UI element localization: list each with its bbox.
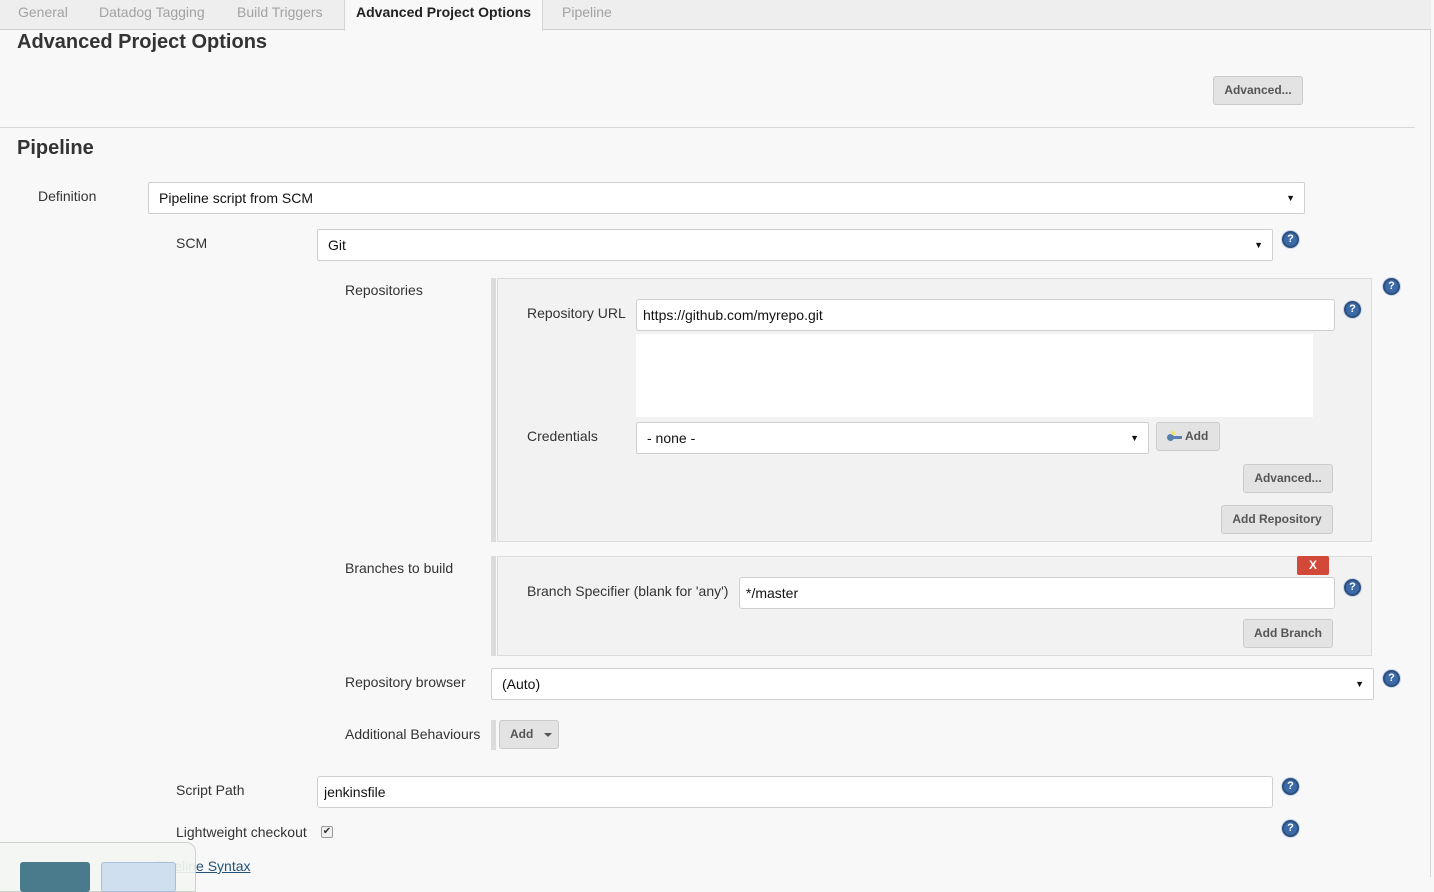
scm-select[interactable]: Git ▼ [317, 229, 1273, 261]
repositories-label: Repositories [345, 282, 423, 298]
tab-pipeline[interactable]: Pipeline [562, 0, 612, 30]
add-credentials-button[interactable]: Add [1156, 422, 1220, 451]
add-branch-button[interactable]: Add Branch [1243, 619, 1333, 648]
save-button[interactable] [20, 862, 90, 892]
credentials-label: Credentials [527, 428, 598, 444]
lightweight-checkout-help-icon[interactable]: ? [1282, 820, 1299, 837]
repository-advanced-button[interactable]: Advanced... [1243, 464, 1333, 493]
definition-label: Definition [38, 188, 97, 204]
config-tab-bar: General Datadog Tagging Build Triggers A… [0, 0, 1431, 31]
add-repository-button[interactable]: Add Repository [1221, 505, 1333, 534]
script-path-help-icon[interactable]: ? [1282, 778, 1299, 795]
tab-datadog-tagging[interactable]: Datadog Tagging [99, 0, 205, 30]
branch-specifier-label: Branch Specifier (blank for 'any') [527, 583, 729, 599]
repository-url-help-icon[interactable]: ? [1344, 301, 1361, 318]
advanced-options-button[interactable]: Advanced... [1213, 76, 1303, 105]
chevron-down-icon [543, 732, 552, 737]
branch-specifier-help-icon[interactable]: ? [1344, 579, 1361, 596]
definition-select[interactable]: Pipeline script from SCM ▼ [148, 182, 1305, 214]
repository-browser-help-icon[interactable]: ? [1383, 670, 1400, 687]
script-path-label: Script Path [176, 782, 245, 798]
repository-browser-select[interactable]: (Auto) ▼ [491, 668, 1374, 700]
chevron-down-icon: ▼ [1254, 240, 1263, 250]
apply-button[interactable] [101, 862, 176, 892]
repository-browser-label: Repository browser [345, 674, 466, 690]
branches-panel-bar [491, 556, 496, 656]
repository-url-validation-area [636, 334, 1313, 417]
lightweight-checkout-checkbox[interactable]: ✔ [321, 826, 333, 838]
key-icon [1167, 430, 1183, 441]
advanced-project-options-heading: Advanced Project Options [17, 31, 268, 53]
add-behaviour-label: Add [510, 727, 534, 741]
repository-url-label: Repository URL [527, 305, 626, 321]
tab-general[interactable]: General [18, 0, 68, 30]
pipeline-heading: Pipeline [17, 137, 94, 159]
add-behaviour-button[interactable]: Add [499, 720, 559, 749]
script-path-input[interactable] [317, 776, 1273, 808]
repositories-panel-bar [491, 278, 496, 542]
branches-to-build-label: Branches to build [345, 560, 454, 576]
repository-url-input[interactable] [636, 299, 1335, 331]
additional-behaviours-label: Additional Behaviours [345, 726, 481, 742]
lightweight-checkout-label: Lightweight checkout [176, 824, 307, 840]
chevron-down-icon: ▼ [1355, 679, 1364, 689]
scm-help-icon[interactable]: ? [1282, 231, 1299, 248]
chevron-down-icon: ▼ [1286, 193, 1295, 203]
delete-branch-button[interactable]: X [1297, 556, 1329, 575]
repository-browser-select-value: (Auto) [502, 676, 541, 692]
branch-specifier-input[interactable] [739, 577, 1335, 609]
additional-behaviours-bar [491, 720, 496, 750]
tab-advanced-project-options[interactable]: Advanced Project Options [344, 0, 544, 31]
definition-select-value: Pipeline script from SCM [159, 190, 314, 206]
add-credentials-label: Add [1185, 429, 1209, 443]
credentials-select[interactable]: - none - ▼ [636, 422, 1149, 454]
page-right-border [1430, 0, 1431, 877]
chevron-down-icon: ▼ [1130, 433, 1139, 443]
scm-select-value: Git [328, 237, 346, 253]
section-divider [0, 127, 1415, 128]
credentials-select-value: - none - [647, 430, 696, 446]
tab-build-triggers[interactable]: Build Triggers [237, 0, 323, 30]
scm-label: SCM [176, 235, 208, 251]
repositories-help-icon[interactable]: ? [1383, 278, 1400, 295]
